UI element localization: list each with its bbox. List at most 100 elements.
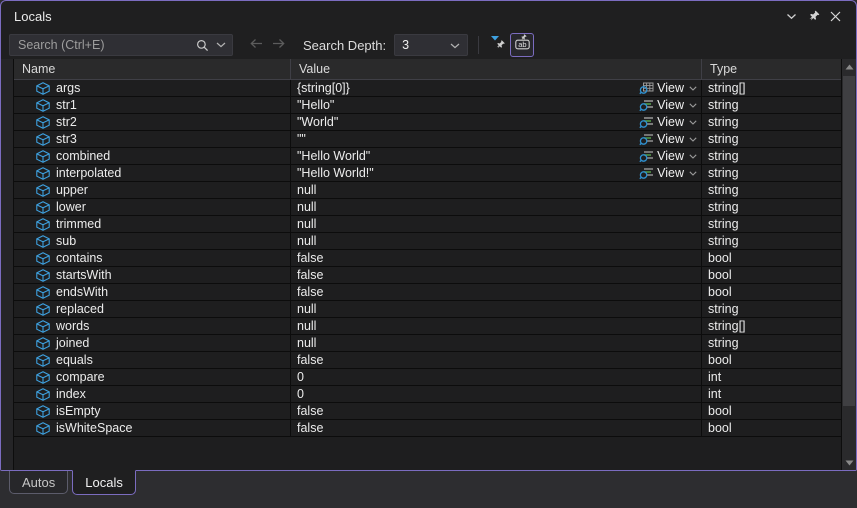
table-row[interactable]: isWhiteSpace false bbox=[14, 420, 841, 437]
tab-label: Autos bbox=[22, 475, 55, 490]
table-row[interactable]: trimmed null bbox=[14, 216, 841, 233]
type-cell: bool bbox=[702, 352, 841, 368]
table-row[interactable]: str3 "" bbox=[14, 131, 841, 148]
table-row[interactable]: upper null bbox=[14, 182, 841, 199]
table-row[interactable]: isEmpty false bbox=[14, 403, 841, 420]
tab-locals[interactable]: Locals bbox=[72, 470, 136, 495]
table-row[interactable]: compare 0 bbox=[14, 369, 841, 386]
column-header-name[interactable]: Name bbox=[14, 59, 291, 79]
local-variable-icon bbox=[36, 371, 50, 384]
chevron-down-icon bbox=[689, 171, 697, 176]
filter-pinned-properties-button[interactable] bbox=[486, 33, 510, 57]
value-cell: null bbox=[291, 216, 702, 232]
pinnable-properties-icon: ab bbox=[514, 34, 531, 56]
scroll-up-icon[interactable] bbox=[842, 59, 856, 74]
name-cell: joined bbox=[14, 335, 291, 351]
view-visualizer-button[interactable]: View bbox=[639, 132, 697, 146]
window-position-menu-button[interactable] bbox=[780, 6, 802, 26]
scroll-down-icon[interactable] bbox=[842, 455, 856, 470]
variable-name: trimmed bbox=[56, 217, 101, 231]
local-variable-icon bbox=[36, 184, 50, 197]
table-row[interactable]: combined "Hello World" bbox=[14, 148, 841, 165]
table-row[interactable]: index 0 bbox=[14, 386, 841, 403]
type-cell: bool bbox=[702, 250, 841, 266]
text-visualizer-icon bbox=[639, 99, 654, 112]
close-window-button[interactable] bbox=[824, 6, 846, 26]
type-cell: string bbox=[702, 216, 841, 232]
variable-name: lower bbox=[56, 200, 86, 214]
column-header-value[interactable]: Value bbox=[291, 59, 702, 79]
view-visualizer-button[interactable]: View bbox=[639, 81, 697, 95]
table-row[interactable]: args {string[0]} bbox=[14, 80, 841, 97]
table-row[interactable]: equals false bbox=[14, 352, 841, 369]
local-variable-icon bbox=[36, 303, 50, 316]
name-cell: contains bbox=[14, 250, 291, 266]
scrollbar-thumb[interactable] bbox=[843, 76, 855, 406]
value-cell: null bbox=[291, 335, 702, 351]
scrollbar-track[interactable] bbox=[842, 74, 856, 455]
name-cell: combined bbox=[14, 148, 291, 164]
view-visualizer-button[interactable]: View bbox=[639, 166, 697, 180]
table-row[interactable]: str2 "World" bbox=[14, 114, 841, 131]
view-button-label: View bbox=[657, 81, 684, 95]
table-row[interactable]: sub null bbox=[14, 233, 841, 250]
view-visualizer-button[interactable]: View bbox=[639, 149, 697, 163]
search-depth-select[interactable]: 3 bbox=[394, 34, 468, 56]
table-row[interactable]: lower null bbox=[14, 199, 841, 216]
text-visualizer-icon bbox=[639, 116, 654, 129]
table-row[interactable]: words null bbox=[14, 318, 841, 335]
next-result-button[interactable] bbox=[267, 34, 289, 56]
view-button-label: View bbox=[657, 149, 684, 163]
local-variable-icon bbox=[36, 388, 50, 401]
variable-name: joined bbox=[56, 336, 89, 350]
variable-type: bool bbox=[708, 251, 732, 265]
previous-result-button[interactable] bbox=[245, 34, 267, 56]
variable-value: "" bbox=[297, 132, 639, 146]
text-visualizer-icon bbox=[639, 133, 654, 146]
grid-visualizer-icon bbox=[639, 82, 654, 95]
local-variable-icon bbox=[36, 150, 50, 163]
variable-type: int bbox=[708, 387, 721, 401]
local-variable-icon bbox=[36, 218, 50, 231]
variable-name: str2 bbox=[56, 115, 77, 129]
name-cell: equals bbox=[14, 352, 291, 368]
variables-grid: Name Value Type args {string[0]} bbox=[1, 59, 856, 470]
search-input[interactable]: Search (Ctrl+E) bbox=[9, 34, 233, 56]
name-cell: interpolated bbox=[14, 165, 291, 181]
variable-type: string bbox=[708, 336, 739, 350]
view-button-label: View bbox=[657, 166, 684, 180]
table-row[interactable]: str1 "Hello" bbox=[14, 97, 841, 114]
variable-name: interpolated bbox=[56, 166, 121, 180]
table-row[interactable]: startsWith false bbox=[14, 267, 841, 284]
variable-name: endsWith bbox=[56, 285, 108, 299]
value-cell: "Hello World" bbox=[291, 148, 702, 164]
search-options-button[interactable] bbox=[216, 42, 226, 48]
variable-value: false bbox=[297, 404, 697, 418]
variable-value: "Hello" bbox=[297, 98, 639, 112]
variable-value: 0 bbox=[297, 387, 697, 401]
table-row[interactable]: replaced null bbox=[14, 301, 841, 318]
value-cell: false bbox=[291, 284, 702, 300]
table-row[interactable]: joined null bbox=[14, 335, 841, 352]
table-row[interactable]: interpolated "Hello World!" bbox=[14, 165, 841, 182]
pin-window-button[interactable] bbox=[802, 6, 824, 26]
type-cell: string bbox=[702, 131, 841, 147]
search-icon bbox=[196, 39, 209, 52]
variable-type: string[] bbox=[708, 81, 746, 95]
pinnable-properties-toggle-button[interactable]: ab bbox=[510, 33, 534, 57]
name-cell: upper bbox=[14, 182, 291, 198]
name-cell: endsWith bbox=[14, 284, 291, 300]
grid-main: Name Value Type args {string[0]} bbox=[14, 59, 841, 470]
table-row[interactable]: contains false bbox=[14, 250, 841, 267]
column-header-type[interactable]: Type bbox=[702, 59, 841, 79]
view-visualizer-button[interactable]: View bbox=[639, 98, 697, 112]
table-row[interactable]: endsWith false bbox=[14, 284, 841, 301]
view-visualizer-button[interactable]: View bbox=[639, 115, 697, 129]
vertical-scrollbar[interactable] bbox=[841, 59, 856, 470]
type-cell: string[] bbox=[702, 80, 841, 96]
value-cell: null bbox=[291, 233, 702, 249]
variable-value: 0 bbox=[297, 370, 697, 384]
variable-name: combined bbox=[56, 149, 110, 163]
tab-autos[interactable]: Autos bbox=[9, 471, 68, 494]
locals-panel: Locals Search (Ctrl+E) bbox=[0, 0, 857, 471]
